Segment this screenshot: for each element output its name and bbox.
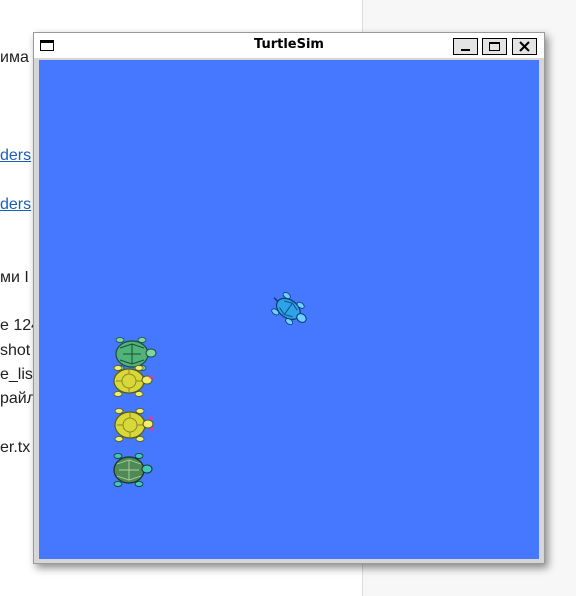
bg-text-line: er.tx [0,439,31,456]
bg-text-line: райл [0,390,37,407]
window-titlebar[interactable]: TurtleSim [34,33,544,58]
minimize-icon [461,49,470,51]
turtlesim-window[interactable]: TurtleSim [33,32,545,564]
turtle-canvas[interactable] [39,60,539,559]
bg-text-line: ми I [0,269,29,286]
bg-link[interactable]: ders [0,196,31,214]
turtle-blue [271,292,307,326]
turtle-dark-green [113,453,153,487]
bg-text-line: shot [0,342,31,359]
close-button[interactable] [512,38,537,55]
maximize-icon [489,42,500,51]
bg-text-line: e_lis [0,366,33,383]
turtle-yellow-2 [114,408,154,442]
bg-link[interactable]: ders [0,147,31,165]
maximize-button[interactable] [482,38,507,55]
bg-text-line: имa [0,49,29,66]
close-icon [519,41,530,52]
minimize-button[interactable] [453,38,478,55]
turtle-yellow-1 [113,365,153,397]
